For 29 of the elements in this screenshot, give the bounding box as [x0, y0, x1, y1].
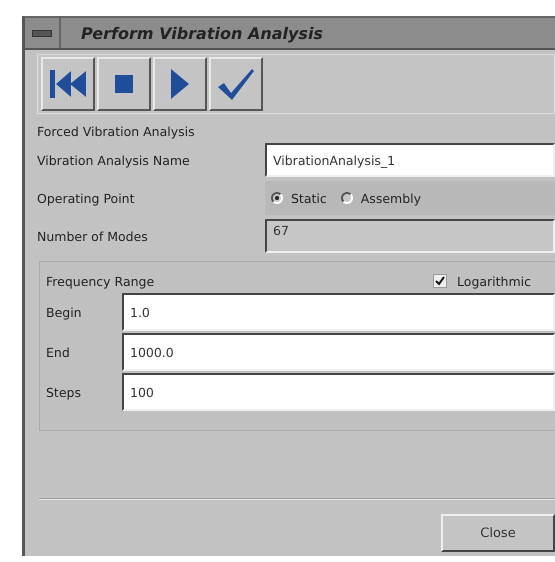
radio-option[interactable]: Static — [271, 190, 327, 206]
radio-button[interactable] — [271, 192, 283, 204]
rewind-button[interactable] — [41, 57, 95, 111]
checkmark-icon — [216, 67, 256, 101]
field-label: Number of Modes — [37, 228, 149, 244]
field-label: Operating Point — [37, 190, 136, 206]
close-button[interactable]: Close — [441, 514, 555, 552]
field-label: End — [46, 344, 71, 360]
input-field[interactable]: 1000.0 — [122, 333, 555, 371]
logarithmic-checkbox[interactable]: Logarithmic — [433, 274, 531, 288]
apply-button[interactable] — [209, 57, 263, 111]
field-label: Steps — [46, 384, 82, 400]
section-title: Forced Vibration Analysis — [37, 124, 196, 139]
skip-back-icon — [48, 67, 88, 101]
radio-button[interactable] — [340, 192, 353, 204]
group-title: Frequency Range — [46, 274, 154, 288]
stop-icon — [115, 75, 133, 93]
input-field[interactable]: VibrationAnalysis_1 — [265, 143, 555, 177]
readonly-field: 67 — [265, 219, 555, 253]
radio-option[interactable]: Assembly — [340, 190, 421, 206]
input-field[interactable]: 100 — [122, 373, 555, 411]
checkbox[interactable] — [433, 274, 448, 288]
field-label: Vibration Analysis Name — [37, 152, 191, 168]
input-field[interactable]: 1.0 — [122, 293, 555, 331]
play-icon — [170, 68, 190, 100]
field-label: Begin — [46, 304, 83, 320]
window-title: Perform Vibration Analysis — [81, 24, 323, 42]
play-button[interactable] — [153, 57, 207, 111]
stop-button[interactable] — [97, 57, 151, 111]
